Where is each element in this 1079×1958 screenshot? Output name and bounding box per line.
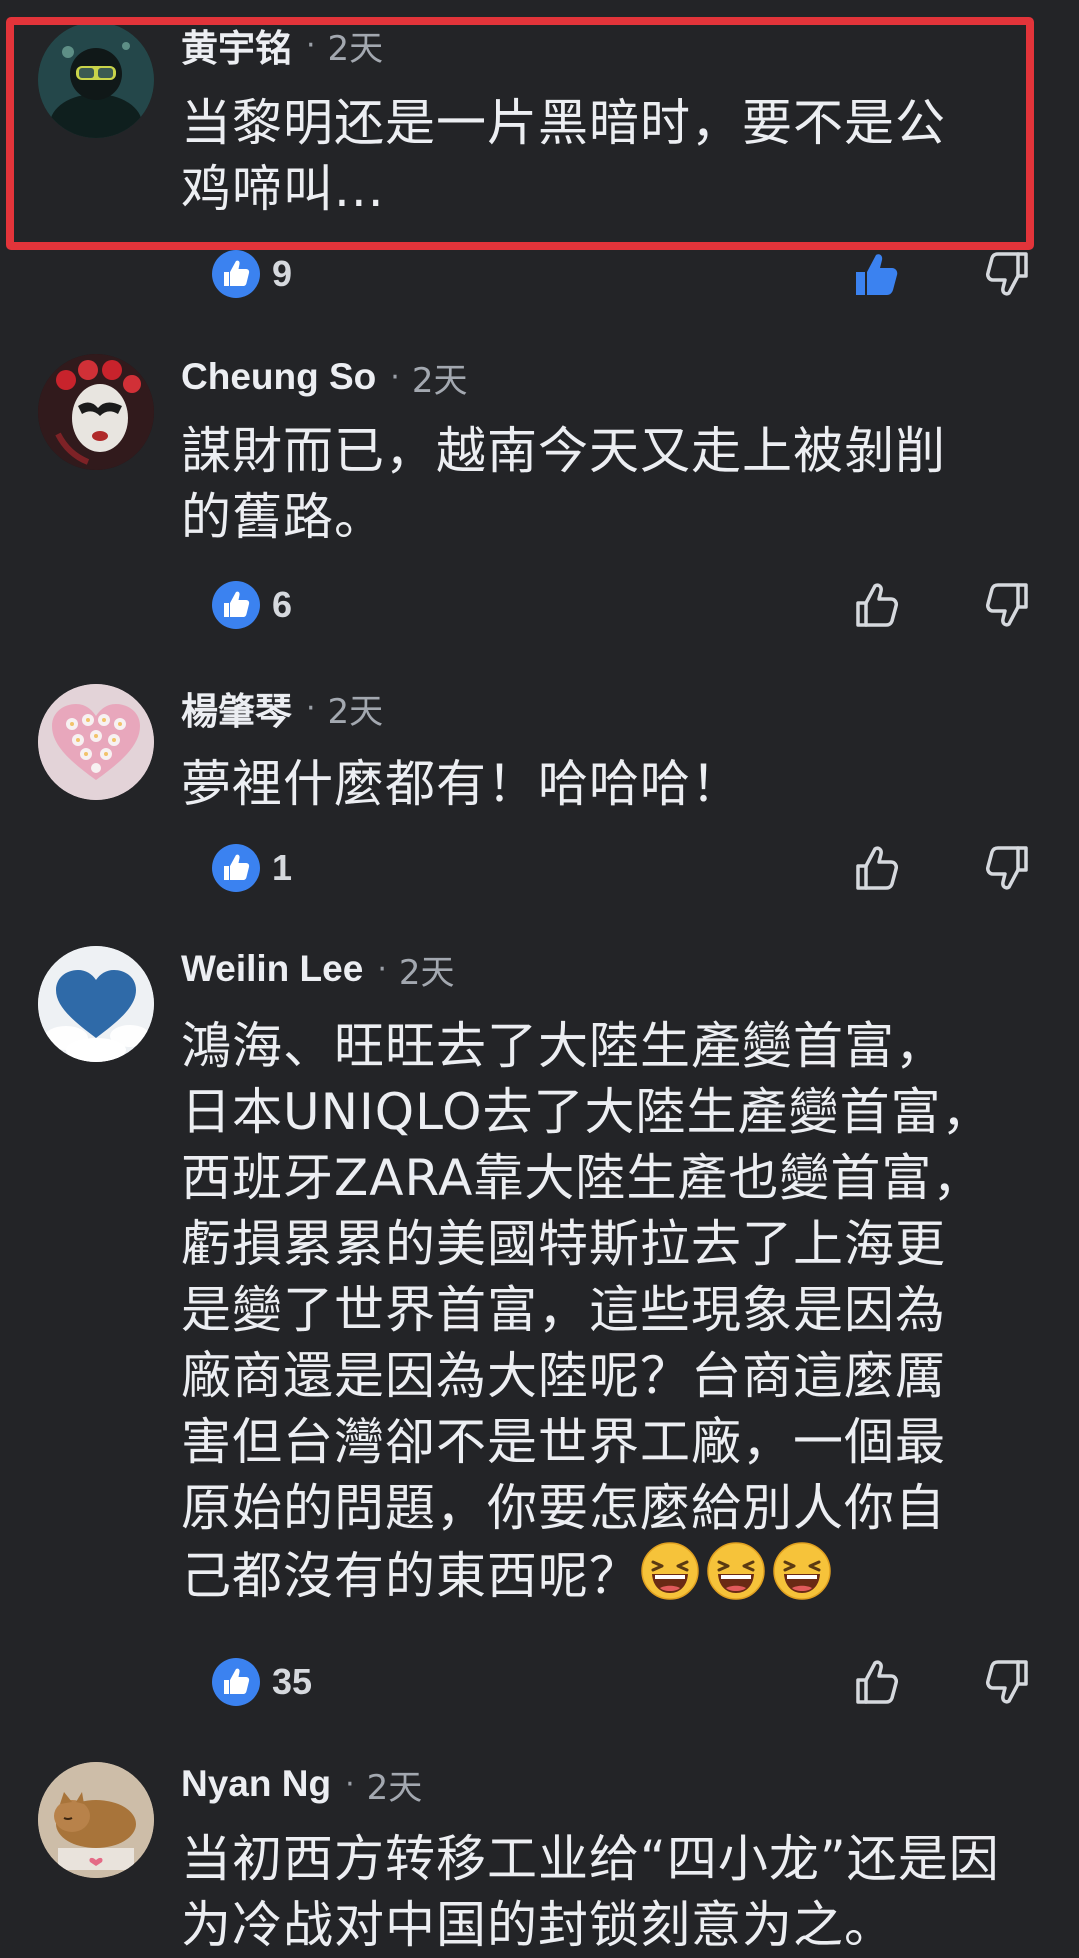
comment-header: 黄宇铭 · 2天 bbox=[181, 20, 383, 70]
dot-separator: · bbox=[390, 359, 400, 395]
like-badge-icon bbox=[212, 581, 260, 629]
laughing-emoji-icon bbox=[706, 1541, 766, 1601]
comment-text-content: 鴻海、旺旺去了大陸生產變首富， 日本UNIQLO去了大陸生產變首富， 西班牙ZA… bbox=[181, 1017, 993, 1605]
author-name[interactable]: 黄宇铭 bbox=[181, 18, 292, 72]
dot-separator: · bbox=[377, 951, 387, 987]
comment-timestamp[interactable]: 2天 bbox=[399, 945, 455, 994]
author-name[interactable]: Nyan Ng bbox=[181, 1763, 331, 1805]
comment-timestamp[interactable]: 2天 bbox=[328, 684, 384, 733]
like-count: 9 bbox=[272, 253, 293, 294]
comment-actions: 9 bbox=[0, 244, 1079, 304]
thumb-up-icon[interactable] bbox=[848, 1654, 904, 1710]
comment-text: 謀財而已，越南今天又走上被剝削 的舊路。 bbox=[181, 422, 946, 546]
comment-header: Nyan Ng · 2天 bbox=[181, 1759, 422, 1809]
comment-text: 当黎明还是一片黑暗时，要不是公 鸡啼叫... bbox=[181, 94, 946, 218]
like-count: 35 bbox=[272, 1661, 313, 1702]
thumb-up-icon[interactable] bbox=[848, 840, 904, 896]
comment-timestamp[interactable]: 2天 bbox=[367, 1760, 423, 1809]
comment-timestamp[interactable]: 2天 bbox=[412, 353, 468, 402]
opera-mask-avatar-icon[interactable] bbox=[38, 354, 154, 470]
comment-text: 夢裡什麼都有！哈哈哈！ bbox=[181, 755, 742, 813]
laughing-emoji-icon bbox=[640, 1541, 700, 1601]
author-name[interactable]: Cheung So bbox=[181, 356, 376, 398]
thumb-up-filled-icon[interactable] bbox=[848, 246, 904, 302]
comment-header: 楊肇琴 · 2天 bbox=[181, 683, 383, 733]
dot-separator: · bbox=[345, 1766, 355, 1802]
comment-header: Weilin Lee · 2天 bbox=[181, 944, 455, 994]
thumb-down-icon[interactable] bbox=[980, 577, 1036, 633]
comment-header: Cheung So · 2天 bbox=[181, 352, 467, 402]
dot-separator: · bbox=[306, 27, 316, 63]
comment-text: 鴻海、旺旺去了大陸生產變首富， 日本UNIQLO去了大陸生產變首富， 西班牙ZA… bbox=[181, 1013, 1061, 1609]
author-name[interactable]: 楊肇琴 bbox=[181, 681, 292, 735]
comment-timestamp[interactable]: 2天 bbox=[328, 21, 384, 70]
flower-heart-avatar-icon[interactable] bbox=[38, 684, 154, 800]
thumb-up-icon[interactable] bbox=[848, 577, 904, 633]
diver-avatar-icon[interactable] bbox=[38, 22, 154, 138]
like-count: 6 bbox=[272, 584, 293, 625]
like-badge-icon bbox=[212, 1658, 260, 1706]
thumb-down-icon[interactable] bbox=[980, 246, 1036, 302]
author-name[interactable]: Weilin Lee bbox=[181, 948, 363, 990]
comment-feed: 黄宇铭 · 2天 当黎明还是一片黑暗时，要不是公 鸡啼叫... 9 Cheung… bbox=[0, 0, 1079, 1954]
sleeping-cat-avatar-icon[interactable] bbox=[38, 1762, 154, 1878]
dot-separator: · bbox=[306, 690, 316, 726]
emoji-group bbox=[640, 1541, 832, 1601]
thumb-down-icon[interactable] bbox=[980, 1654, 1036, 1710]
comment-actions: 1 bbox=[0, 838, 1079, 898]
comment-actions: 35 bbox=[0, 1652, 1079, 1712]
comment-actions: 6 bbox=[0, 575, 1079, 635]
like-count: 1 bbox=[272, 847, 293, 888]
sky-heart-avatar-icon[interactable] bbox=[38, 946, 154, 1062]
comment-text: 当初西方转移工业给“四小龙”还是因 为冷战对中国的封锁刻意为之。 bbox=[181, 1830, 1000, 1954]
thumb-down-icon[interactable] bbox=[980, 840, 1036, 896]
like-badge-icon bbox=[212, 844, 260, 892]
laughing-emoji-icon bbox=[772, 1541, 832, 1601]
like-badge-icon bbox=[212, 250, 260, 298]
